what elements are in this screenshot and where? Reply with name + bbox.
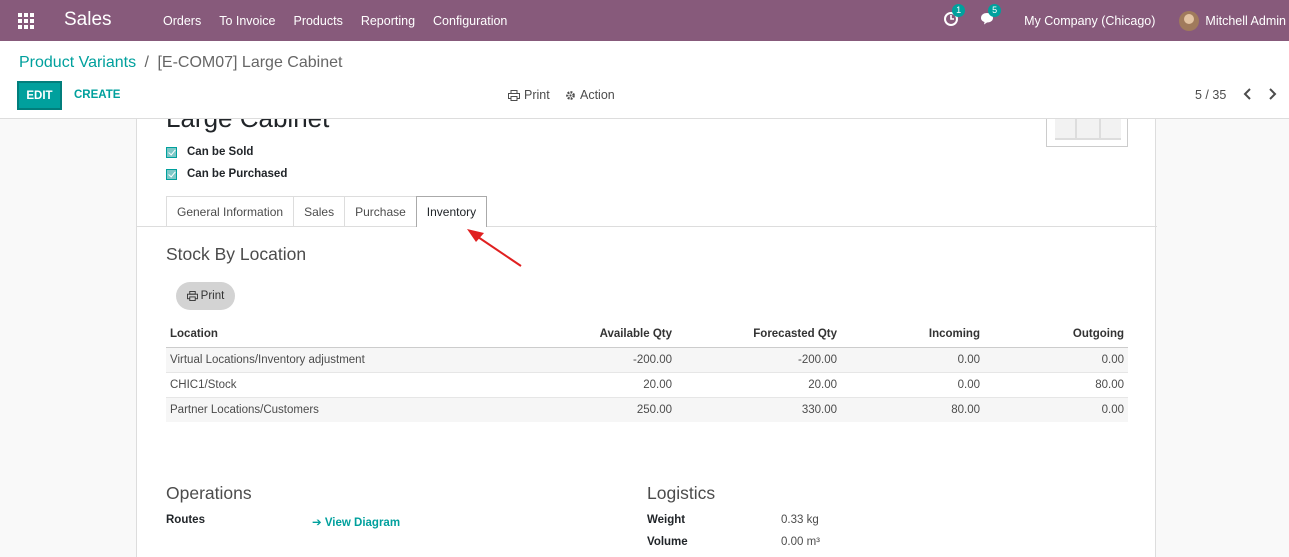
stock-by-location-title: Stock By Location [166,244,307,264]
cell-outgoing: 0.00 [984,346,1128,372]
routes-label: Routes [166,514,205,526]
table-row[interactable]: CHIC1/Stock 20.00 20.00 0.00 80.00 [166,371,1128,397]
stock-table: Location Available Qty Forecasted Qty In… [166,321,1128,422]
main-menu: Orders To Invoice Products Reporting Con… [163,14,507,28]
control-panel: Product Variants / [E-COM07] Large Cabin… [0,41,1289,119]
cell-available-qty: 20.00 [531,371,676,397]
print-icon [508,89,520,101]
cell-available-qty: -200.00 [531,346,676,372]
logistics-title: Logistics [647,483,716,503]
can-be-sold-row: Can be Sold [166,146,253,158]
stock-print-button[interactable]: Print [176,282,235,310]
tab-purchase[interactable]: Purchase [344,196,417,226]
weight-label: Weight [647,514,686,526]
column-available-qty[interactable]: Available Qty [531,321,676,348]
print-dropdown[interactable]: Print [508,88,550,102]
view-diagram-label: View Diagram [324,517,401,529]
activity-count-badge: 1 [952,4,966,17]
cell-incoming: 0.00 [841,346,984,372]
user-name: Mitchell Admin [1205,13,1286,28]
top-navbar: Sales Orders To Invoice Products Reporti… [0,0,1289,41]
cell-forecasted-qty: 20.00 [676,371,841,397]
activity-button[interactable]: 1 [944,4,966,29]
cell-forecasted-qty: 330.00 [676,396,841,422]
create-button[interactable]: CREATE [74,89,120,101]
breadcrumb: Product Variants / [E-COM07] Large Cabin… [19,54,342,72]
pager-previous-icon[interactable] [1243,87,1252,103]
can-be-sold-checkbox[interactable] [166,146,177,158]
menu-orders[interactable]: Orders [163,14,201,28]
column-incoming[interactable]: Incoming [841,321,984,348]
can-be-purchased-checkbox[interactable] [166,168,177,180]
volume-label: Volume [647,536,688,548]
pager-value[interactable]: 5 / 35 [1195,88,1226,102]
stock-table-header: Location Available Qty Forecasted Qty In… [166,321,1128,348]
cell-location: CHIC1/Stock [166,371,531,397]
tab-general-information[interactable]: General Information [166,196,295,226]
stock-print-label: Print [200,290,225,302]
menu-to-invoice[interactable]: To Invoice [219,14,275,28]
messages-count-badge: 5 [988,4,1002,17]
print-label: Print [524,88,550,102]
edit-button[interactable]: EDIT [17,81,62,110]
column-location[interactable]: Location [166,321,531,348]
operations-title: Operations [166,483,252,503]
cell-incoming: 80.00 [841,396,984,422]
cell-outgoing: 80.00 [984,371,1128,397]
cell-incoming: 0.00 [841,371,984,397]
avatar [1179,10,1200,31]
cell-available-qty: 250.00 [531,396,676,422]
form-sheet: Large Cabinet Can be Sold Can be Purchas… [136,119,1157,557]
column-forecasted-qty[interactable]: Forecasted Qty [676,321,841,348]
volume-value: 0.00 m³ [781,536,820,548]
pager-next-icon[interactable] [1268,87,1277,103]
cell-outgoing: 0.00 [984,396,1128,422]
product-name: Large Cabinet [166,119,329,134]
menu-reporting[interactable]: Reporting [361,14,415,28]
breadcrumb-current: [E-COM07] Large Cabinet [157,54,343,71]
can-be-purchased-label: Can be Purchased [187,168,288,180]
breadcrumb-product-variants[interactable]: Product Variants [19,54,136,71]
column-outgoing[interactable]: Outgoing [984,321,1128,348]
user-menu[interactable]: Mitchell Admin [1179,10,1286,31]
messages-button[interactable]: 5 [980,4,1002,29]
arrow-right-icon: ➔ [312,517,322,529]
company-switcher[interactable]: My Company (Chicago) [1024,14,1155,28]
action-label: Action [580,88,615,102]
table-row[interactable]: Partner Locations/Customers 250.00 330.0… [166,396,1128,422]
tab-sales[interactable]: Sales [293,196,346,226]
form-view: Large Cabinet Can be Sold Can be Purchas… [0,119,1289,557]
menu-configuration[interactable]: Configuration [433,14,507,28]
weight-value: 0.33 kg [781,514,819,526]
cell-location: Partner Locations/Customers [166,396,531,422]
menu-products[interactable]: Products [293,14,342,28]
breadcrumb-separator: / [144,54,149,71]
tab-inventory[interactable]: Inventory [415,196,488,227]
app-name[interactable]: Sales [64,9,112,31]
notebook-tabs: General Information Sales Purchase Inven… [166,196,488,227]
systray: 1 5 My Company (Chicago) Mitchell Admin [944,0,1289,41]
apps-menu-icon[interactable] [18,13,34,29]
cell-location: Virtual Locations/Inventory adjustment [166,346,531,372]
table-row[interactable]: Virtual Locations/Inventory adjustment -… [166,346,1128,372]
gear-icon [566,90,575,100]
can-be-sold-label: Can be Sold [187,146,254,158]
product-image[interactable] [1046,119,1128,147]
view-diagram-link[interactable]: ➔ View Diagram [312,515,400,529]
action-dropdown[interactable]: Action [565,88,615,102]
cell-forecasted-qty: -200.00 [676,346,841,372]
can-be-purchased-row: Can be Purchased [166,168,287,180]
print-icon [186,291,198,301]
